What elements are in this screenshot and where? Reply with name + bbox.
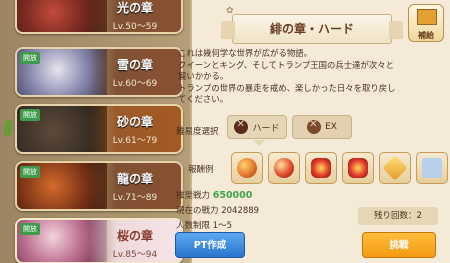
supply-button[interactable]: 補給 [408,4,444,42]
open-badge: 開放 [20,109,40,121]
difficulty-hard-label: ハード [252,123,280,134]
chapter-level: Lv.71～89 [112,193,158,203]
chapter-info: 光の章 Lv.50～59 [89,0,181,32]
chapter-card-dragon[interactable]: 開放 龍の章 Lv.71～89 [15,161,183,211]
chapter-name: 雪の章 [116,58,153,72]
open-badge: 開放 [20,166,40,178]
current-power-value: 2042889 [221,206,260,216]
remaining-attempts: 残り回数：2 [358,207,438,225]
chapter-name: 桜の章 [116,229,153,243]
description-line: クイーンとキング、そしてトランプ王国の兵士達が次々と [178,59,394,70]
panel-title: 緋の章・ハード [221,14,403,44]
chapter-description: これは幾何学な世界が広がる物語。 クイーンとキング、そしてトランプ王国の兵士達が… [178,48,446,106]
chapter-level: Lv.85～94 [112,250,158,260]
recommended-power: 推奨戦力 650000 [176,189,252,201]
recommended-power-value: 650000 [212,190,253,201]
chapter-card-light[interactable]: 光の章 Lv.50～59 [15,0,183,34]
skull-icon [234,119,249,134]
chapter-card-snow[interactable]: 開放 雪の章 Lv.60～69 [15,47,183,97]
chapter-info: 桜の章 Lv.85～94 [89,220,181,262]
reward-item[interactable] [416,152,448,184]
recommended-power-label: 推奨戦力 [176,191,211,201]
description-line: 襲いかかる。 [178,71,229,81]
chapter-card-sand[interactable]: 開放 砂の章 Lv.61～79 [15,104,183,154]
orb-icon [274,158,294,178]
current-power: 現在の戦力 2042889 [176,204,259,216]
chapter-level: Lv.50～59 [112,22,158,32]
chapter-info: 雪の章 Lv.60～69 [89,49,181,95]
star-medal-icon [311,158,331,178]
skull-icon [307,119,322,134]
reward-item[interactable] [268,152,300,184]
chapter-info: 龍の章 Lv.71～89 [89,163,181,209]
difficulty-ex-button[interactable]: EX [292,115,352,139]
reward-item[interactable] [231,152,263,184]
reward-item[interactable] [379,152,411,184]
difficulty-label: 難易度選択 [176,127,219,137]
description-line: てください。 [178,94,228,104]
party-limit: 人数制限 1～5 [176,221,233,231]
chapter-name: 砂の章 [116,115,153,129]
open-badge: 開放 [20,52,40,64]
chapter-info: 砂の章 Lv.61～79 [89,106,181,152]
open-badge: 開放 [20,223,40,235]
side-decoration [4,0,14,263]
box-icon [417,9,437,25]
difficulty-ex-label: EX [325,122,337,132]
challenge-button[interactable]: 挑戦 [362,232,436,258]
reward-item[interactable] [342,152,374,184]
current-power-label: 現在の戦力 [176,206,219,216]
orb-icon [237,158,257,178]
chapter-level: Lv.60～69 [112,79,158,89]
chapter-name: 龍の章 [116,172,153,186]
description-line: トランプの世界の暴走を戒め、楽しかった日々を取り戻し [178,82,396,93]
chapter-name: 光の章 [116,1,153,15]
difficulty-hard-button[interactable]: ハード [227,115,287,139]
reward-item[interactable] [305,152,337,184]
star-medal-icon [348,158,368,178]
supply-label: 補給 [418,31,434,40]
leaf-icon [4,120,12,136]
chapter-level: Lv.61～79 [112,136,158,146]
item-icon [422,158,442,178]
description-line: これは幾何学な世界が広がる物語。 [178,48,312,58]
create-party-button[interactable]: PT作成 [175,232,245,258]
chapter-card-sakura[interactable]: 開放 桜の章 Lv.85～94 [15,218,183,263]
selected-pointer-icon [253,140,265,146]
reward-label: 報酬例 [188,165,214,175]
crystal-icon [382,155,408,181]
